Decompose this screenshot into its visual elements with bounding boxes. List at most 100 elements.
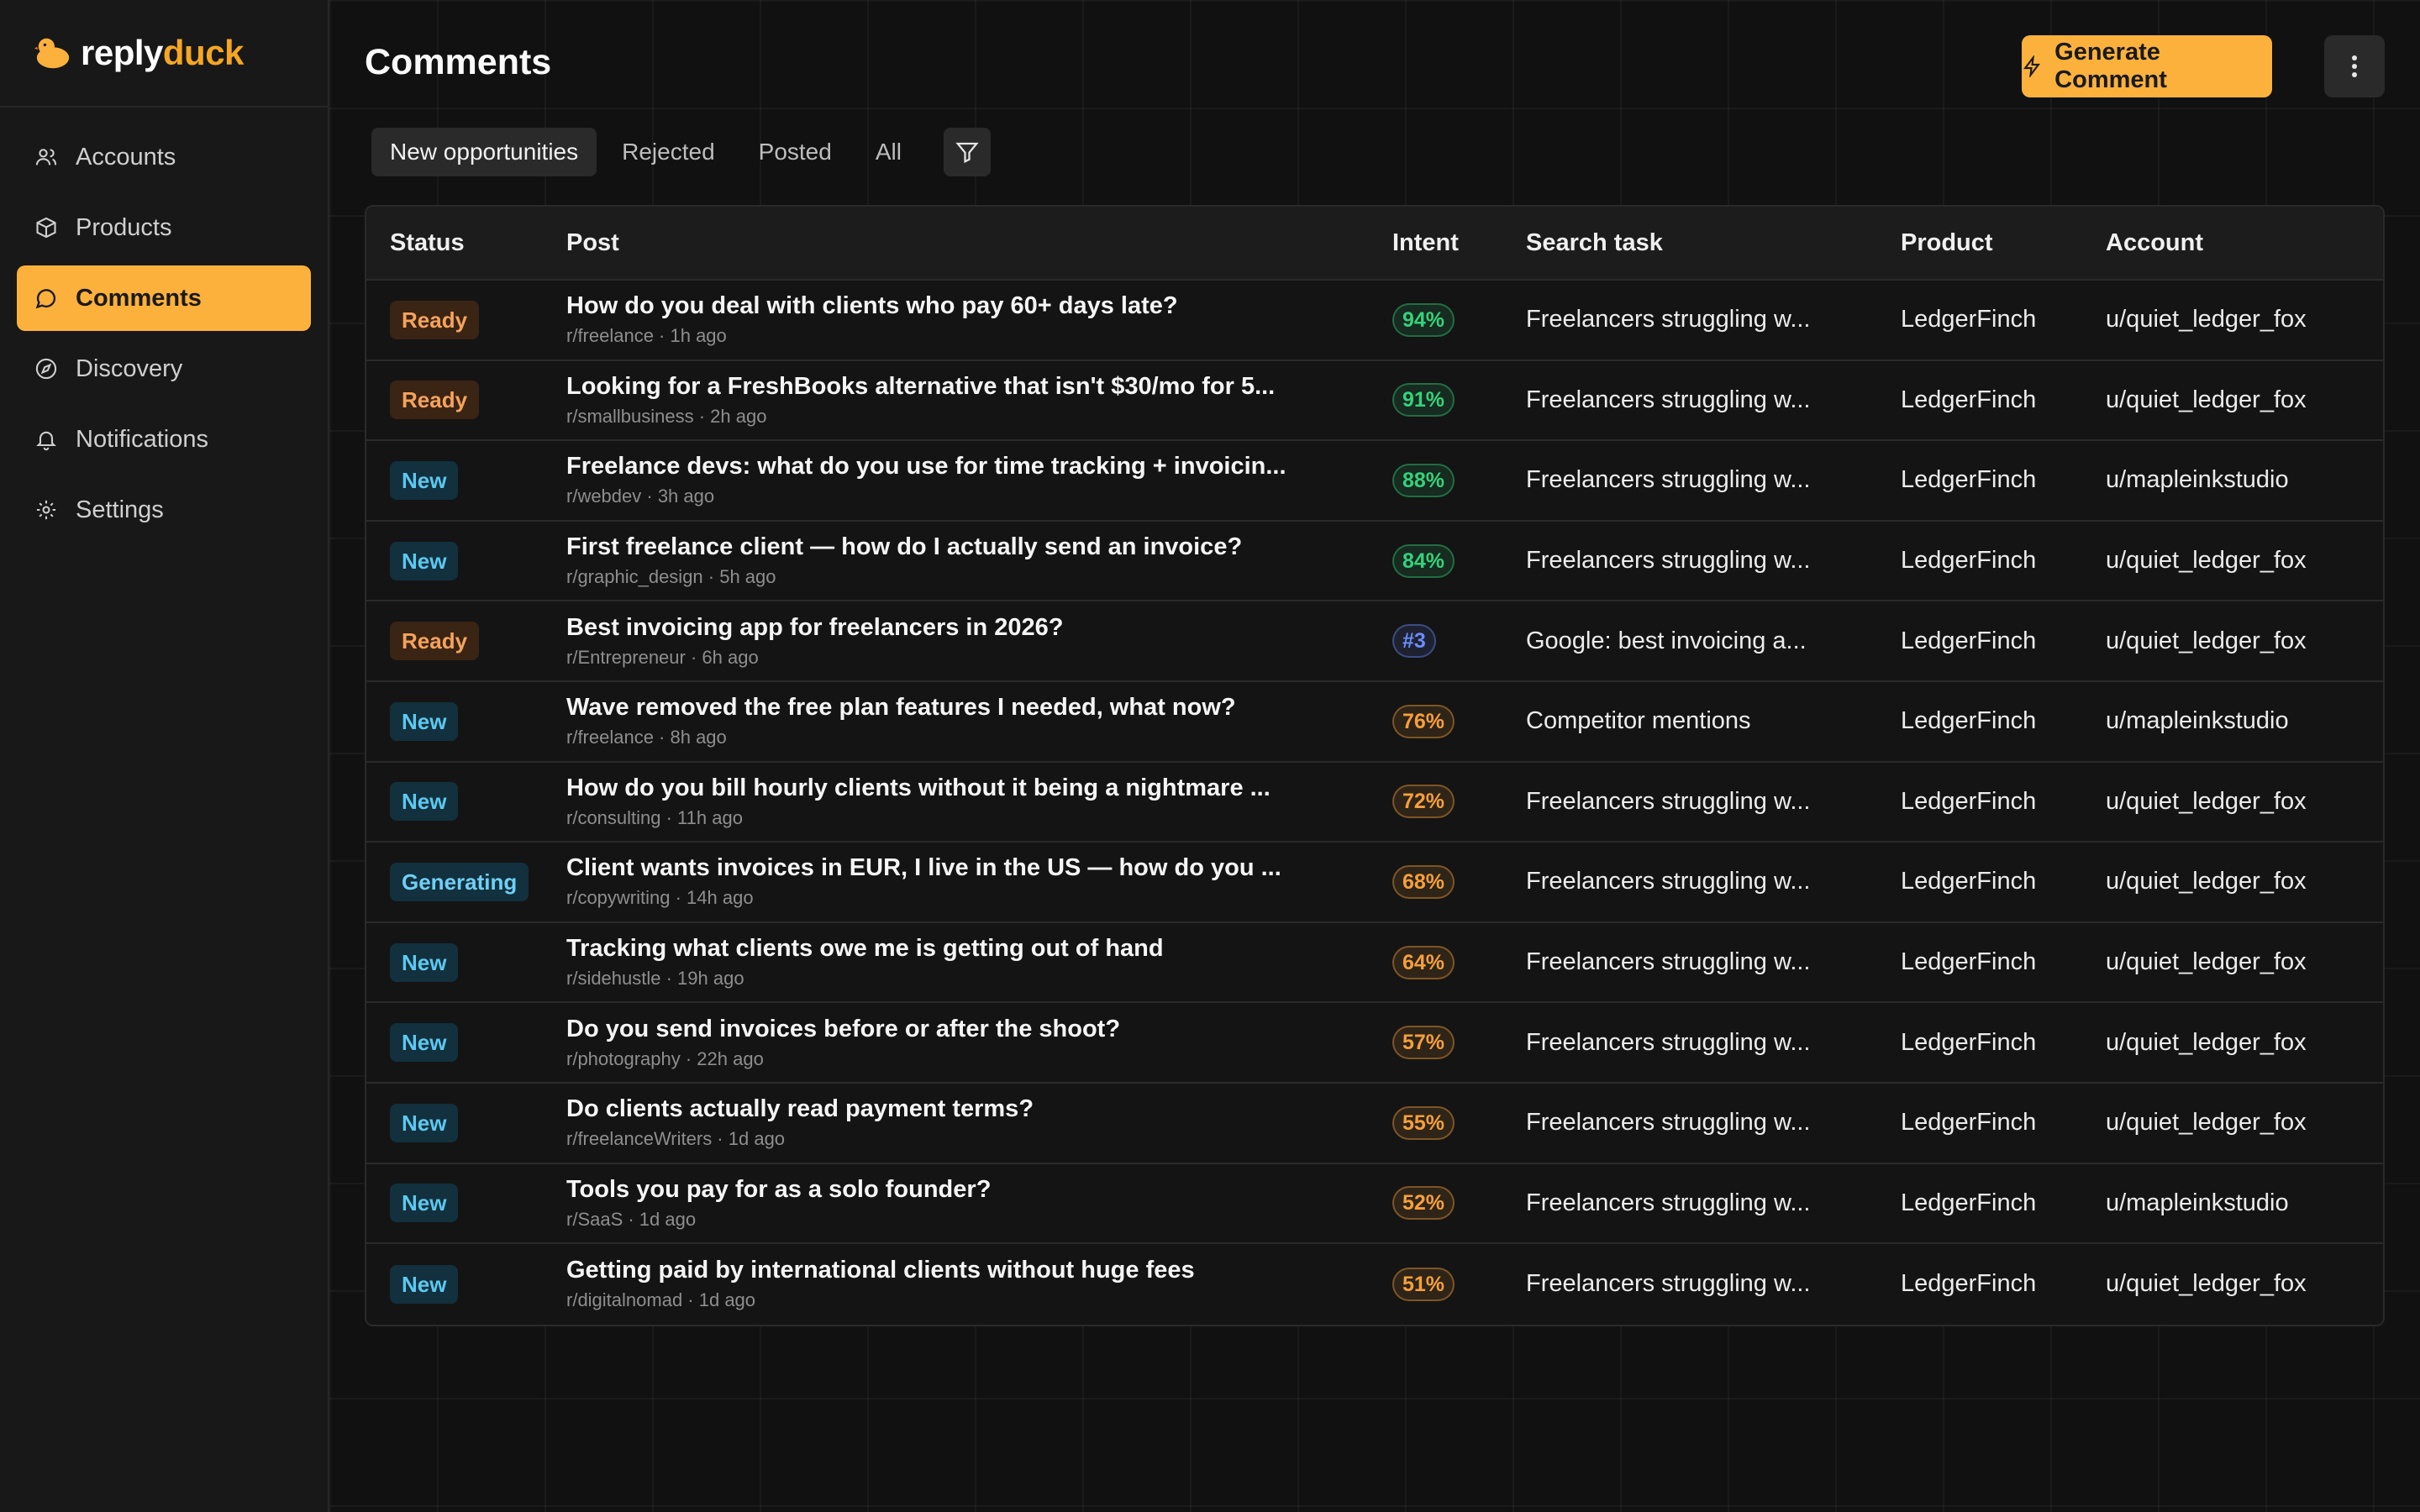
table-row[interactable]: New How do you bill hourly clients withou… (366, 762, 2383, 843)
product-cell: LedgerFinch (1901, 1189, 2037, 1216)
intent-badge: 55% (1392, 1105, 1455, 1140)
table-row[interactable]: New Tracking what clients owe me is getti… (366, 922, 2383, 1004)
product-cell: LedgerFinch (1901, 466, 2037, 494)
intent-badge: 94% (1392, 302, 1455, 337)
brand-name: replyduck (81, 33, 244, 73)
sidebar-item-notifications[interactable]: Notifications (17, 407, 311, 472)
table-row[interactable]: New Do you send invoices before or after … (366, 1003, 2383, 1084)
intent-cell: 72% (1392, 785, 1526, 819)
table-row[interactable]: New Tools you pay for as a solo founder? r… (366, 1163, 2383, 1245)
intent-badge: 72% (1392, 785, 1455, 819)
account-cell: u/mapleinkstudio (2106, 707, 2289, 735)
post-title[interactable]: Client wants invoices in EUR, I live in … (566, 854, 1392, 882)
search-task-cell: Freelancers struggling w... (1526, 868, 1811, 895)
post-title[interactable]: Tracking what clients owe me is getting … (566, 935, 1392, 963)
post-title[interactable]: Getting paid by international clients wi… (566, 1257, 1392, 1284)
intent-badge: 52% (1392, 1186, 1455, 1221)
search-task-cell: Freelancers struggling w... (1526, 787, 1811, 815)
intent-cell: 91% (1392, 383, 1526, 417)
account-cell: u/quiet_ledger_fox (2106, 868, 2307, 895)
sidebar-item-discovery[interactable]: Discovery (17, 336, 311, 402)
post-cell: Do clients actually read payment terms? r… (566, 1095, 1392, 1150)
product-cell: LedgerFinch (1901, 948, 2037, 976)
post-title[interactable]: Tools you pay for as a solo founder? (566, 1176, 1392, 1204)
more-vertical-icon (2352, 55, 2357, 77)
filter-button[interactable] (943, 128, 991, 176)
box-icon (34, 215, 59, 240)
status-cell: New (366, 1023, 566, 1063)
status-cell: New (366, 1103, 566, 1142)
sidebar-item-accounts[interactable]: Accounts (17, 124, 311, 190)
sidebar-item-comments[interactable]: Comments (17, 265, 311, 331)
product-cell: LedgerFinch (1901, 547, 2037, 575)
post-title[interactable]: Do you send invoices before or after the… (566, 1016, 1392, 1043)
column-header-status[interactable]: Status (366, 229, 566, 257)
table-row[interactable]: New Freelance devs: what do you use for t… (366, 441, 2383, 522)
table-row[interactable]: Ready Best invoicing app for freelancers … (366, 601, 2383, 682)
post-title[interactable]: Best invoicing app for freelancers in 20… (566, 614, 1392, 642)
compass-icon (34, 356, 59, 381)
status-cell: Ready (366, 300, 566, 339)
account-cell: u/quiet_ledger_fox (2106, 306, 2307, 333)
sidebar-item-label: Notifications (76, 425, 208, 453)
post-title[interactable]: Do clients actually read payment terms? (566, 1095, 1392, 1123)
brand[interactable]: replyduck (0, 0, 328, 108)
tab-posted[interactable]: Posted (740, 128, 850, 176)
column-header-search-task[interactable]: Search task (1526, 229, 1901, 257)
account-cell: u/quiet_ledger_fox (2106, 1028, 2307, 1056)
post-meta: r/graphic_design · 5h ago (566, 566, 776, 588)
tab-new-opportunities[interactable]: New opportunities (371, 128, 597, 176)
table-row[interactable]: Generating Client wants invoices in EUR, … (366, 843, 2383, 923)
column-header-account[interactable]: Account (2106, 229, 2383, 257)
intent-cell: 68% (1392, 864, 1526, 899)
filter-tabs: New opportunities Rejected Posted All (371, 128, 991, 176)
table-row[interactable]: New First freelance client — how do I act… (366, 521, 2383, 602)
table-row[interactable]: New Do clients actually read payment term… (366, 1083, 2383, 1164)
column-header-intent[interactable]: Intent (1392, 229, 1526, 257)
search-task-cell: Freelancers struggling w... (1526, 948, 1811, 976)
more-options-button[interactable] (2324, 35, 2385, 97)
post-meta: r/digitalnomad · 1d ago (566, 1289, 756, 1311)
tab-rejected[interactable]: Rejected (603, 128, 734, 176)
column-header-post[interactable]: Post (566, 229, 1392, 257)
tab-all[interactable]: All (857, 128, 920, 176)
post-title[interactable]: Looking for a FreshBooks alternative tha… (566, 373, 1392, 401)
intent-cell: 84% (1392, 543, 1526, 578)
post-title[interactable]: Freelance devs: what do you use for time… (566, 453, 1392, 480)
product-cell: LedgerFinch (1901, 1028, 2037, 1056)
comments-table: Status Post Intent Search task Product A… (365, 205, 2385, 1326)
post-meta: r/photography · 22h ago (566, 1047, 764, 1069)
post-cell: Freelance devs: what do you use for time… (566, 453, 1392, 507)
post-meta: r/copywriting · 14h ago (566, 887, 754, 909)
intent-cell: 52% (1392, 1186, 1526, 1221)
filter-icon (955, 142, 979, 164)
table-row[interactable]: New Wave removed the free plan features I… (366, 681, 2383, 763)
status-cell: New (366, 942, 566, 982)
generate-comment-label: Generate Comment (2054, 39, 2167, 93)
search-task-cell: Freelancers struggling w... (1526, 1109, 1811, 1137)
sidebar: replyduck Accounts Products Comments Dis… (0, 0, 329, 1512)
post-cell: Getting paid by international clients wi… (566, 1257, 1392, 1311)
table-row[interactable]: Ready Looking for a FreshBooks alternativ… (366, 360, 2383, 442)
post-title[interactable]: How do you bill hourly clients without i… (566, 774, 1392, 802)
product-cell: LedgerFinch (1901, 386, 2037, 413)
table-body: Ready How do you deal with clients who pa… (366, 281, 2383, 1325)
post-title[interactable]: First freelance client — how do I actual… (566, 533, 1392, 561)
table-row[interactable]: Ready How do you deal with clients who pa… (366, 281, 2383, 361)
column-header-product[interactable]: Product (1901, 229, 2106, 257)
gear-icon (34, 497, 59, 522)
intent-cell: 94% (1392, 302, 1526, 337)
post-cell: Looking for a FreshBooks alternative tha… (566, 373, 1392, 428)
product-cell: LedgerFinch (1901, 1109, 2037, 1137)
status-badge: Ready (390, 381, 480, 420)
search-task-cell: Freelancers struggling w... (1526, 466, 1811, 494)
sidebar-item-products[interactable]: Products (17, 195, 311, 260)
intent-badge: 88% (1392, 463, 1455, 497)
account-cell: u/quiet_ledger_fox (2106, 1270, 2307, 1298)
post-meta: r/Entrepreneur · 6h ago (566, 646, 759, 668)
table-row[interactable]: New Getting paid by international clients… (366, 1244, 2383, 1325)
post-title[interactable]: Wave removed the free plan features I ne… (566, 694, 1392, 722)
post-title[interactable]: How do you deal with clients who pay 60+… (566, 292, 1392, 320)
sidebar-item-settings[interactable]: Settings (17, 477, 311, 543)
generate-comment-button[interactable]: Generate Comment (2022, 35, 2272, 97)
